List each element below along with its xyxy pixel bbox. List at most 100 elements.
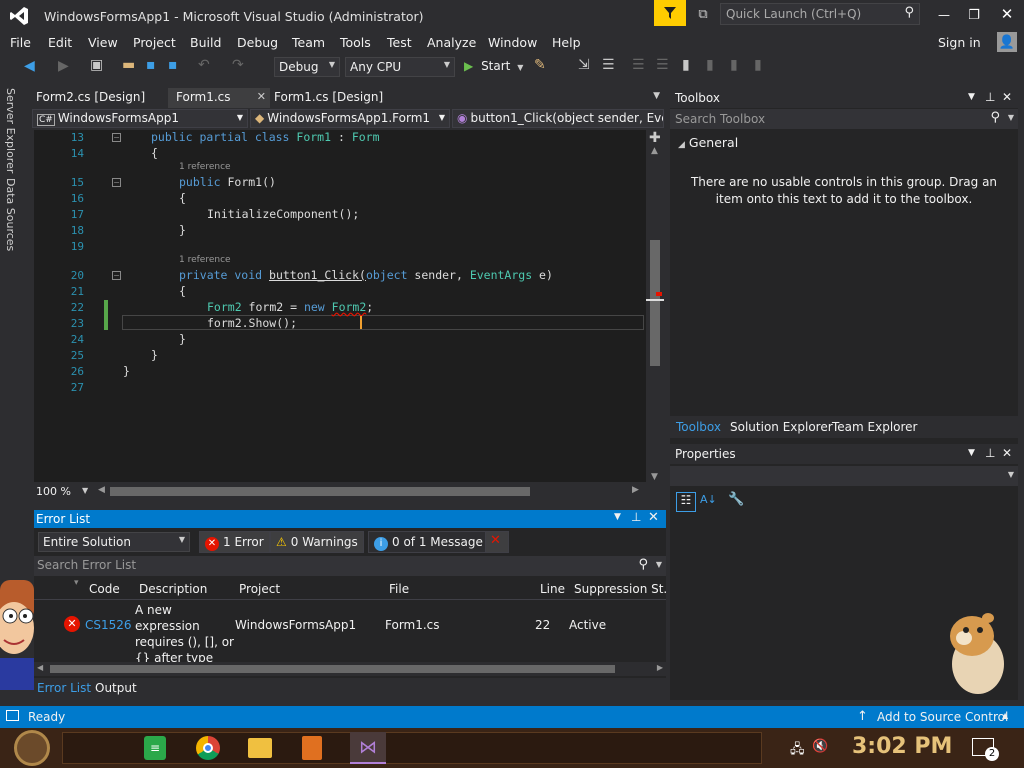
indent-icon[interactable]: ☰ xyxy=(632,57,645,73)
quick-launch-input[interactable]: Quick Launch (Ctrl+Q) ⚲ xyxy=(720,3,920,25)
chevron-down-icon[interactable]: ▼ xyxy=(82,486,88,495)
notes-app-icon[interactable]: ≡ xyxy=(144,736,166,760)
scope-select[interactable]: Entire Solution ▼ xyxy=(38,532,190,552)
chevron-down-icon[interactable]: ▼ xyxy=(968,92,975,102)
toolbox-search[interactable]: Search Toolbox ⚲ ▼ xyxy=(670,109,1018,129)
scroll-right-icon[interactable]: ▶ xyxy=(657,663,663,672)
scrollbar-thumb[interactable] xyxy=(50,665,615,673)
tab-form2-design[interactable]: Form2.cs [Design] xyxy=(28,88,153,108)
file-explorer-icon[interactable] xyxy=(248,738,272,758)
close-button[interactable]: ✕ xyxy=(993,5,1021,23)
network-icon[interactable]: 🖧 xyxy=(790,740,805,762)
table-row[interactable]: ✕ CS1526 A new expression requires (), [… xyxy=(34,602,666,665)
property-pages-icon[interactable]: 🔧 xyxy=(728,492,744,507)
tab-form1-design[interactable]: Form1.cs [Design] xyxy=(266,88,391,108)
attach-icon[interactable]: ✎ xyxy=(534,57,546,73)
configuration-select[interactable]: Debug ▼ xyxy=(274,57,340,77)
tab-form1-cs[interactable]: Form1.cs ✕ xyxy=(168,88,270,108)
minimize-button[interactable]: — xyxy=(930,6,958,24)
tab-overflow-icon[interactable]: ▼ xyxy=(653,91,660,101)
scroll-up-icon[interactable]: ▲ xyxy=(651,146,658,156)
chevron-down-icon[interactable]: ▼ xyxy=(614,512,621,522)
fold-collapse-icon[interactable]: − xyxy=(112,178,121,187)
clear-bookmarks-icon[interactable]: ▮ xyxy=(754,57,762,73)
split-icon[interactable]: ✚ xyxy=(649,130,661,146)
chrome-icon[interactable] xyxy=(196,736,220,760)
error-list-search[interactable]: Search Error List ⚲ ▼ xyxy=(34,556,666,576)
close-icon[interactable]: ✕ xyxy=(1002,90,1012,104)
undo-icon[interactable]: ↶ xyxy=(198,57,210,73)
properties-object-select[interactable]: ▼ xyxy=(670,466,1018,486)
open-file-icon[interactable]: ▬ xyxy=(122,57,135,73)
error-code-link[interactable]: CS1526 xyxy=(85,618,132,632)
menu-window[interactable]: Window xyxy=(488,35,537,50)
chevron-up-icon[interactable]: ▲ xyxy=(1002,711,1008,720)
media-app-icon[interactable] xyxy=(302,736,322,760)
column-description[interactable]: Description xyxy=(139,582,207,596)
error-list-hscroll[interactable]: ◀ ▶ xyxy=(34,662,666,676)
scroll-left-icon[interactable]: ◀ xyxy=(98,485,105,495)
chevron-down-icon[interactable]: ▼ xyxy=(968,448,975,458)
close-icon[interactable]: ✕ xyxy=(1002,446,1012,460)
bookmark-icon[interactable]: ▮ xyxy=(682,57,690,73)
zoom-level[interactable]: 100 % xyxy=(36,485,71,498)
menu-help[interactable]: Help xyxy=(552,35,581,50)
chevron-down-icon[interactable]: ▼ xyxy=(656,560,662,569)
menu-analyze[interactable]: Analyze xyxy=(427,35,476,50)
save-all-icon[interactable]: ▪ xyxy=(168,57,178,73)
notifications-icon[interactable]: ⧉ xyxy=(693,5,713,23)
step-icon[interactable]: ⇲ xyxy=(578,57,590,73)
code-editor[interactable]: 13 14 15 16 17 18 19 20 21 22 23 24 25 2… xyxy=(34,130,646,482)
close-icon[interactable]: ✕ xyxy=(257,90,266,103)
fold-collapse-icon[interactable]: − xyxy=(112,133,121,142)
server-explorer-tab[interactable]: Server Explorer xyxy=(4,88,17,173)
visual-studio-taskbar-icon[interactable]: ⋈ xyxy=(350,732,386,764)
scroll-left-icon[interactable]: ◀ xyxy=(37,663,43,672)
system-clock[interactable]: 3:02 PM xyxy=(852,734,952,759)
add-to-source-control-button[interactable]: Add to Source Control xyxy=(877,710,1008,724)
forward-icon[interactable]: ▶ xyxy=(58,58,69,74)
comment-icon[interactable]: ☰ xyxy=(602,57,615,73)
prev-bookmark-icon[interactable]: ▮ xyxy=(706,57,714,73)
member-dropdown[interactable]: ◉ button1_Click(object sender, Eve xyxy=(452,109,664,128)
column-code[interactable]: Code xyxy=(89,582,120,596)
platform-select[interactable]: Any CPU ▼ xyxy=(345,57,455,77)
errors-filter-button[interactable]: ✕ 1 Error xyxy=(199,531,270,553)
restore-button[interactable]: ❐ xyxy=(960,6,988,24)
project-dropdown[interactable]: C# WindowsFormsApp1 ▼ xyxy=(32,109,248,128)
tab-error-list[interactable]: Error List xyxy=(37,681,91,695)
build-intellisense-filter-button[interactable]: ✕ xyxy=(485,531,509,553)
pin-icon[interactable]: ⊥ xyxy=(985,446,995,460)
alphabetical-icon[interactable]: A↓ xyxy=(700,493,717,506)
scroll-down-icon[interactable]: ▼ xyxy=(651,472,658,482)
messages-filter-button[interactable]: i 0 of 1 Message xyxy=(368,531,489,553)
horizontal-scrollbar-thumb[interactable] xyxy=(110,487,530,496)
volume-muted-icon[interactable]: 🔇 xyxy=(812,739,828,754)
menu-project[interactable]: Project xyxy=(133,35,176,50)
account-avatar-icon[interactable]: 👤 xyxy=(997,32,1017,52)
scroll-right-icon[interactable]: ▶ xyxy=(632,485,639,495)
column-suppression[interactable]: Suppression St... xyxy=(574,582,666,596)
toolbox-group-general[interactable]: ◢ General xyxy=(678,135,738,150)
codelens-reference[interactable]: 1 reference xyxy=(179,162,231,172)
back-icon[interactable]: ◀ xyxy=(24,58,35,74)
start-button[interactable]: ▶ Start ▼ xyxy=(464,59,523,77)
tab-team-explorer[interactable]: Team Explorer xyxy=(832,420,918,434)
column-file[interactable]: File xyxy=(389,582,409,596)
menu-test[interactable]: Test xyxy=(387,35,412,50)
start-button[interactable] xyxy=(14,730,50,766)
action-center-icon[interactable]: 2 xyxy=(972,738,999,761)
feedback-filter-icon[interactable] xyxy=(654,0,686,26)
menu-build[interactable]: Build xyxy=(190,35,221,50)
data-sources-tab[interactable]: Data Sources xyxy=(4,178,17,251)
tab-toolbox[interactable]: Toolbox xyxy=(676,420,721,434)
scrollbar-thumb[interactable] xyxy=(650,240,660,366)
column-line[interactable]: Line xyxy=(540,582,565,596)
pin-icon[interactable]: ⊥ xyxy=(985,90,995,104)
column-project[interactable]: Project xyxy=(239,582,280,596)
codelens-reference[interactable]: 1 reference xyxy=(179,255,231,265)
sign-in-link[interactable]: Sign in xyxy=(938,35,981,50)
fold-collapse-icon[interactable]: − xyxy=(112,271,121,280)
categorized-icon[interactable]: ☷ xyxy=(676,492,696,512)
chevron-down-icon[interactable]: ▼ xyxy=(1008,113,1014,122)
